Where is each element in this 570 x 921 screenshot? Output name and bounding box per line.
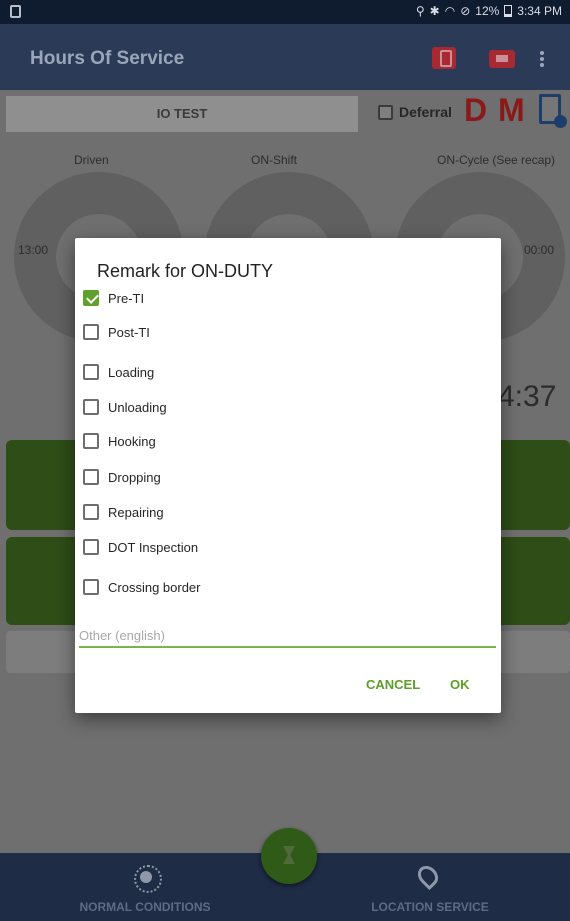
phone-icon[interactable] — [432, 47, 456, 69]
checkbox-crossing-border[interactable] — [83, 579, 99, 595]
option-label: DOT Inspection — [108, 539, 199, 555]
option-post-ti[interactable]: Post-TI — [83, 320, 150, 344]
status-icons: ⚲ ✱ ◠ ⊘ 12% 3:34 PM — [416, 4, 562, 18]
checkbox-loading[interactable] — [83, 364, 99, 380]
cancel-button[interactable]: CANCEL — [366, 677, 420, 692]
remaining-time: 4:37 — [498, 380, 557, 413]
deferral-checkbox[interactable] — [378, 104, 393, 120]
option-label: Dropping — [108, 469, 161, 485]
wifi-icon: ◠ — [444, 4, 456, 18]
battery-icon — [504, 5, 513, 17]
normal-conditions-label: NORMAL CONDITIONS — [79, 900, 211, 914]
checkbox-hooking[interactable] — [83, 433, 99, 449]
do-not-disturb-icon: ⊘ — [460, 4, 471, 18]
deferral-label: Deferral — [399, 104, 452, 120]
truck-icon[interactable] — [489, 50, 515, 68]
option-pre-ti[interactable]: Pre-TI — [83, 286, 144, 310]
other-remark-input[interactable] — [79, 624, 496, 648]
option-label: Hooking — [108, 433, 156, 449]
location-pin-icon — [413, 861, 443, 891]
option-label: Loading — [108, 364, 155, 380]
checkbox-dropping[interactable] — [83, 469, 99, 485]
deferral-toggle[interactable]: Deferral — [378, 104, 452, 120]
hourglass-icon — [283, 846, 295, 864]
gauge-value-driven: 13:00 — [18, 243, 49, 257]
gauge-label-on-cycle[interactable]: ON-Cycle (See recap) — [437, 153, 555, 167]
location-service-button[interactable]: LOCATION SERVICE — [315, 853, 545, 921]
option-unloading[interactable]: Unloading — [83, 395, 167, 419]
location-icon: ⚲ — [415, 4, 425, 18]
checkbox-repairing[interactable] — [83, 504, 99, 520]
option-label: Pre-TI — [108, 290, 145, 306]
status-letter-m[interactable]: M — [498, 92, 525, 129]
status-bar: ⚲ ✱ ◠ ⊘ 12% 3:34 PM — [0, 0, 570, 24]
checkbox-post-ti[interactable] — [83, 324, 99, 340]
ok-button[interactable]: OK — [450, 677, 470, 692]
checkbox-dot-inspection[interactable] — [83, 539, 99, 555]
app-bar: Hours Of Service — [0, 24, 570, 90]
option-dot-inspection[interactable]: DOT Inspection — [83, 535, 198, 559]
checkbox-pre-ti[interactable] — [83, 290, 99, 306]
hourglass-fab[interactable] — [261, 828, 317, 884]
bluetooth-icon: ✱ — [429, 4, 440, 18]
option-crossing-border[interactable]: Crossing border — [83, 575, 201, 599]
status-letter-d[interactable]: D — [464, 92, 487, 129]
clock: 3:34 PM — [517, 4, 562, 18]
remark-dialog: Remark for ON-DUTY Pre-TI Post-TI Loadin… — [75, 238, 501, 713]
normal-conditions-button[interactable]: NORMAL CONDITIONS — [30, 853, 260, 921]
dialog-title: Remark for ON-DUTY — [97, 261, 274, 281]
checkbox-unloading[interactable] — [83, 399, 99, 415]
battery-percent: 12% — [475, 4, 500, 18]
option-dropping[interactable]: Dropping — [83, 465, 161, 489]
option-loading[interactable]: Loading — [83, 360, 154, 384]
sun-icon — [134, 865, 162, 893]
option-hooking[interactable]: Hooking — [83, 429, 156, 453]
option-label: Unloading — [108, 399, 167, 415]
location-service-label: LOCATION SERVICE — [371, 900, 489, 914]
gauge-label-driven: Driven — [74, 153, 109, 167]
option-label: Repairing — [108, 504, 164, 520]
vehicle-bar[interactable]: IO TEST — [6, 96, 358, 132]
page-title: Hours Of Service — [30, 48, 185, 69]
clipboard-check-icon[interactable] — [539, 94, 567, 128]
notification-icon — [10, 5, 21, 18]
option-label: Crossing border — [108, 579, 201, 595]
gauge-value-on-cycle: 00:00 — [524, 243, 555, 257]
option-label: Post-TI — [108, 324, 150, 340]
more-icon[interactable] — [540, 51, 544, 67]
option-repairing[interactable]: Repairing — [83, 500, 164, 524]
gauge-label-on-shift: ON-Shift — [251, 153, 298, 167]
